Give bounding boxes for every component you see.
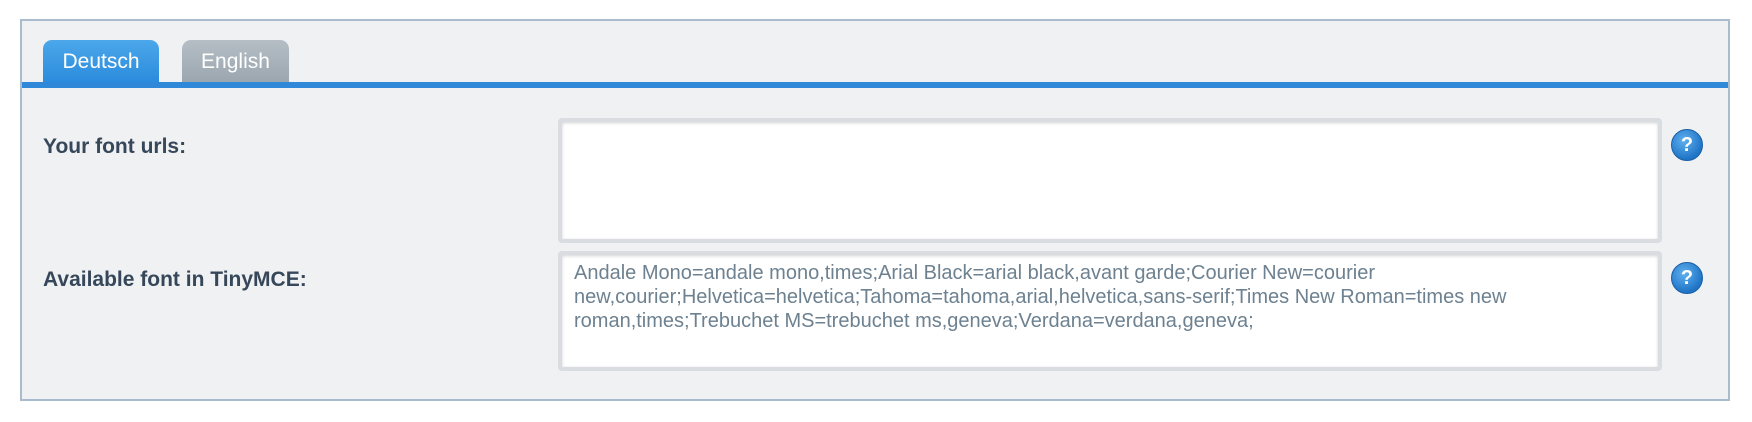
tinymce-fonts-textarea[interactable]: Andale Mono=andale mono,times;Arial Blac…: [558, 251, 1662, 371]
font-urls-label: Your font urls:: [43, 135, 187, 158]
tinymce-fonts-label: Available font in TinyMCE:: [43, 268, 307, 291]
tab-deutsch[interactable]: Deutsch: [43, 40, 159, 84]
tab-english[interactable]: English: [182, 40, 289, 84]
language-tabbar: Deutsch English: [22, 21, 1728, 89]
question-mark-icon[interactable]: ?: [1671, 129, 1703, 161]
font-urls-textarea[interactable]: [558, 118, 1662, 243]
tab-underline: [22, 82, 1728, 88]
settings-panel: Deutsch English Your font urls: ? Availa…: [20, 19, 1730, 401]
question-mark-icon[interactable]: ?: [1671, 262, 1703, 294]
